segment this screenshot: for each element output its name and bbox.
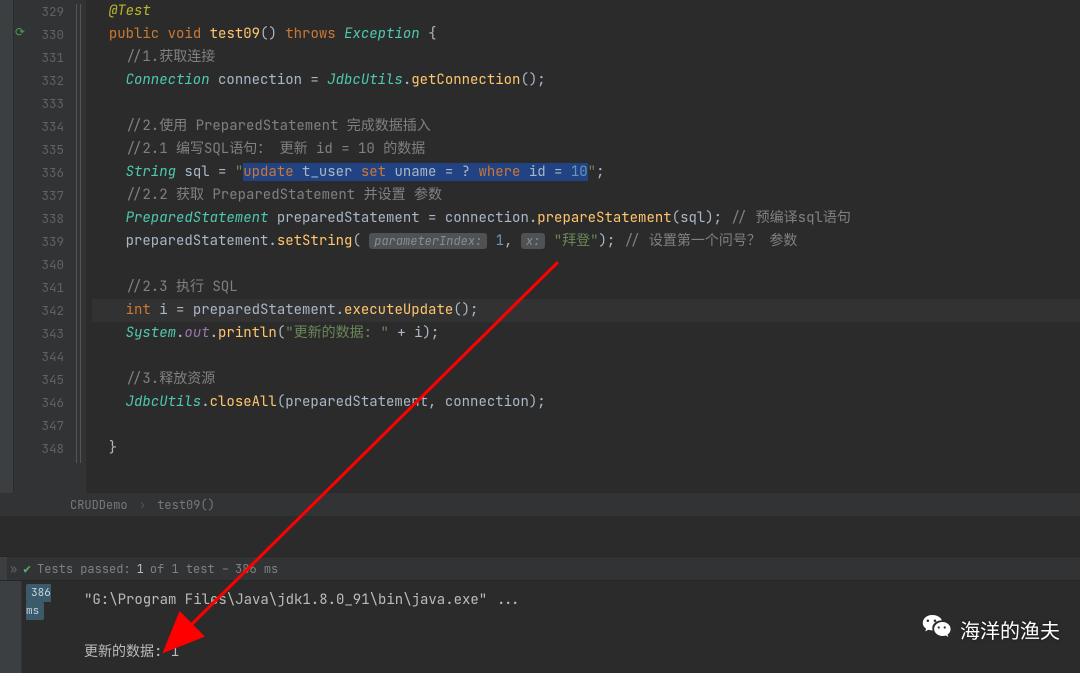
line-number[interactable]: 333 — [30, 92, 64, 115]
line-number[interactable]: 334 — [30, 115, 64, 138]
line-number-gutter[interactable]: 3293303313323333343353363373383393403413… — [30, 0, 72, 493]
line-number[interactable]: 332 — [30, 69, 64, 92]
line-number[interactable]: 347 — [30, 414, 64, 437]
tests-total-label: of 1 test – — [150, 561, 229, 577]
run-test-icon[interactable]: ⟳ — [15, 24, 25, 40]
test-status-bar[interactable]: » ✔ Tests passed: 1 of 1 test – 386 ms — [0, 556, 1080, 581]
console-output[interactable]: "G:\Program Files\Java\jdk1.8.0_91\bin\j… — [74, 581, 1080, 673]
breadcrumb-class[interactable]: CRUDDemo — [70, 497, 128, 513]
fold-guide — [76, 4, 77, 463]
line-number[interactable]: 341 — [30, 276, 64, 299]
line-number[interactable]: 331 — [30, 46, 64, 69]
code-line[interactable]: } — [92, 437, 1080, 460]
tests-passed-label: Tests passed: — [37, 561, 131, 577]
line-number[interactable]: 348 — [30, 437, 64, 460]
time-tag: 386 ms — [26, 584, 51, 620]
chevron-right-icon: › — [139, 497, 146, 513]
console-line: "G:\Program Files\Java\jdk1.8.0_91\bin\j… — [84, 591, 521, 609]
code-line[interactable]: String sql = "update t_user set uname = … — [92, 161, 1080, 184]
line-number[interactable]: 340 — [30, 253, 64, 276]
line-number[interactable]: 329 — [30, 0, 64, 23]
console-line: 更新的数据: 1 — [84, 643, 179, 661]
code-line[interactable]: //2.使用 PreparedStatement 完成数据插入 — [92, 115, 1080, 138]
fold-guide — [80, 4, 81, 463]
fold-gutter[interactable] — [72, 0, 86, 493]
line-number[interactable]: 344 — [30, 345, 64, 368]
code-line[interactable] — [92, 92, 1080, 115]
line-number[interactable]: 335 — [30, 138, 64, 161]
line-number[interactable]: 345 — [30, 368, 64, 391]
tool-strip[interactable] — [0, 557, 8, 580]
code-line[interactable]: System.out.println("更新的数据: " + i); — [92, 322, 1080, 345]
code-line[interactable]: preparedStatement.setString( parameterIn… — [92, 230, 1080, 253]
code-line[interactable] — [92, 345, 1080, 368]
code-line[interactable] — [92, 414, 1080, 437]
code-line[interactable]: int i = preparedStatement.executeUpdate(… — [92, 299, 1080, 322]
tool-strip[interactable] — [0, 0, 14, 493]
code-line[interactable]: PreparedStatement preparedStatement = co… — [92, 207, 1080, 230]
console-pane: 386 ms "G:\Program Files\Java\jdk1.8.0_9… — [0, 581, 1080, 673]
line-number[interactable]: 343 — [30, 322, 64, 345]
line-number[interactable]: 342 — [30, 299, 64, 322]
line-number[interactable]: 337 — [30, 184, 64, 207]
line-number[interactable]: 346 — [30, 391, 64, 414]
breadcrumb[interactable]: CRUDDemo › test09() — [0, 494, 1080, 516]
time-column: 386 ms — [22, 581, 74, 673]
code-line[interactable]: @Test — [92, 0, 1080, 23]
code-line[interactable]: JdbcUtils.closeAll(preparedStatement, co… — [92, 391, 1080, 414]
code-area[interactable]: @Test public void test09() throws Except… — [86, 0, 1080, 493]
check-icon: ✔ — [23, 560, 31, 577]
code-line[interactable]: public void test09() throws Exception { — [92, 23, 1080, 46]
gutter-icons[interactable]: ⟳ — [14, 0, 30, 493]
code-line[interactable] — [92, 253, 1080, 276]
code-line[interactable]: Connection connection = JdbcUtils.getCon… — [92, 69, 1080, 92]
spacer — [0, 516, 1080, 556]
tool-strip[interactable] — [0, 581, 22, 673]
line-number[interactable]: 330 — [30, 23, 64, 46]
tests-time: 386 ms — [235, 561, 278, 577]
code-line[interactable]: //1.获取连接 — [92, 46, 1080, 69]
line-number[interactable]: 339 — [30, 230, 64, 253]
tests-passed-count: 1 — [137, 561, 144, 577]
editor-pane: ⟳ 32933033133233333433533633733833934034… — [0, 0, 1080, 494]
code-line[interactable]: //2.3 执行 SQL — [92, 276, 1080, 299]
code-line[interactable]: //2.1 编写SQL语句： 更新 id = 10 的数据 — [92, 138, 1080, 161]
line-number[interactable]: 336 — [30, 161, 64, 184]
line-number[interactable]: 338 — [30, 207, 64, 230]
breadcrumb-method[interactable]: test09() — [157, 497, 215, 513]
chevron-icon[interactable]: » — [10, 561, 17, 577]
code-line[interactable]: //2.2 获取 PreparedStatement 并设置 参数 — [92, 184, 1080, 207]
code-line[interactable]: //3.释放资源 — [92, 368, 1080, 391]
